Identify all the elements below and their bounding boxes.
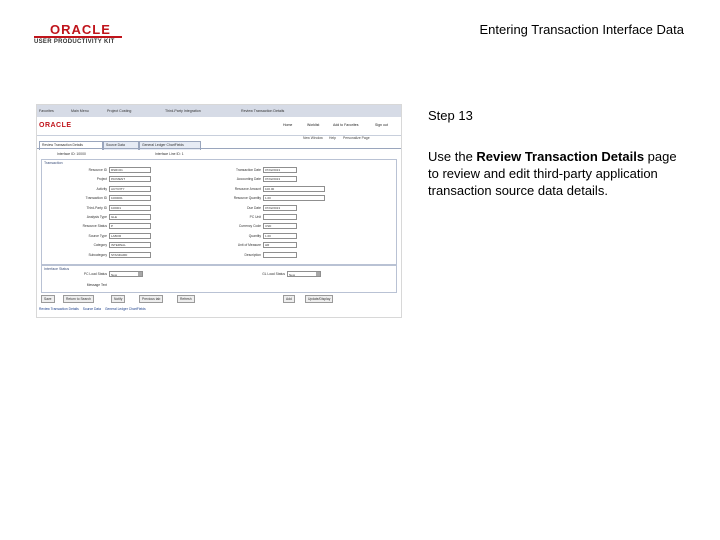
oracle-upk-logo: ORACLE USER PRODUCTIVITY KIT bbox=[34, 22, 124, 48]
txn-left-field[interactable]: PAYMENT bbox=[109, 176, 151, 183]
txn-right-label: Resource Amount bbox=[234, 186, 261, 191]
txn-right-field[interactable]: 07/02/2013 bbox=[263, 204, 297, 211]
gl-load-status-select[interactable]: New bbox=[287, 271, 321, 277]
txn-left-field[interactable]: INTERNAL bbox=[109, 242, 151, 249]
txn-right-field[interactable]: HR bbox=[263, 242, 297, 249]
previous-tab-button[interactable]: Previous tab bbox=[139, 295, 164, 303]
txn-left-label: Resource Status bbox=[82, 224, 107, 229]
transaction-group-title: Transaction bbox=[44, 161, 63, 165]
nav-item-favorites[interactable]: Favorites bbox=[39, 109, 54, 113]
transaction-group: Transaction bbox=[41, 159, 397, 265]
txn-right-field[interactable]: 07/02/2013 bbox=[263, 176, 297, 183]
interface-id: Interface ID: 10000 bbox=[57, 152, 86, 156]
txn-right-label: Due Date bbox=[247, 205, 261, 210]
txn-right-label: PC Unit bbox=[249, 215, 261, 219]
app-screenshot: Favorites Main Menu Project Costing Thir… bbox=[36, 104, 402, 318]
txn-left-label: Subcategory bbox=[88, 252, 107, 257]
interface-status-title: Interface Status bbox=[44, 267, 70, 271]
bottom-page-links: Review Transaction Details Source Data G… bbox=[39, 307, 149, 311]
pc-load-status-value: New bbox=[111, 273, 118, 277]
txn-right-label: Description bbox=[244, 252, 262, 257]
notify-button[interactable]: Notify bbox=[111, 295, 126, 303]
app-oracle-logo: ORACLE bbox=[39, 122, 72, 129]
txn-right-field[interactable] bbox=[263, 214, 297, 220]
txn-left-field[interactable]: 1000001 bbox=[109, 195, 151, 202]
txn-right-label: Resource Quantity bbox=[233, 196, 261, 201]
txn-left-label: Project bbox=[96, 177, 107, 182]
slide-title: Entering Transaction Interface Data bbox=[479, 22, 684, 37]
logo-subtitle: USER PRODUCTIVITY KIT bbox=[34, 39, 115, 45]
txn-left-label: Third-Party ID bbox=[86, 205, 107, 210]
bottom-link-source-data[interactable]: Source Data bbox=[83, 307, 101, 311]
update-display-button[interactable]: Update/Display bbox=[305, 295, 334, 303]
add-button[interactable]: Add bbox=[283, 295, 295, 303]
logo-text: ORACLE bbox=[50, 22, 111, 37]
txn-left-label: Transaction ID bbox=[85, 196, 107, 201]
bottom-link-review-details[interactable]: Review Transaction Details bbox=[39, 307, 79, 311]
nav-item-main-menu[interactable]: Main Menu bbox=[71, 109, 89, 113]
txn-right-field[interactable]: 1.00 bbox=[263, 232, 297, 239]
tab-underline bbox=[37, 148, 401, 149]
personalize-link[interactable]: Personalize Page bbox=[343, 136, 370, 140]
txn-left-label: Source Type bbox=[88, 233, 107, 238]
txn-left-field[interactable]: GLE bbox=[109, 214, 151, 220]
bottom-link-gl-chartfields[interactable]: General Ledger ChartFields bbox=[105, 307, 146, 311]
txn-left-label: Activity bbox=[96, 186, 107, 191]
gl-load-status-value: New bbox=[289, 273, 296, 277]
save-button[interactable]: Save bbox=[41, 295, 55, 303]
txn-left-field[interactable]: ACTIVITY bbox=[109, 185, 151, 192]
txn-left-label: Analysis Type bbox=[86, 215, 107, 219]
step-description: Use the Review Transaction Details page … bbox=[428, 148, 688, 199]
interface-line-id: Interface Line ID: 1 bbox=[155, 152, 184, 156]
gl-load-status-label: GL Load Status bbox=[262, 272, 285, 276]
worklist-link[interactable]: Worklist bbox=[307, 123, 319, 127]
txn-right-label: Accounting Date bbox=[236, 177, 261, 182]
txn-left-field[interactable]: P bbox=[109, 223, 151, 230]
txn-right-field[interactable]: 07/02/2013 bbox=[263, 167, 297, 173]
message-text-label: Message Text bbox=[86, 283, 107, 287]
new-window-link[interactable]: New Window bbox=[303, 136, 323, 140]
txn-right-field[interactable] bbox=[263, 251, 297, 258]
logo-divider bbox=[34, 36, 122, 38]
txn-right-label: Quantity bbox=[248, 233, 261, 238]
nav-item-third-party[interactable]: Third-Party Integration bbox=[165, 109, 201, 113]
help-link[interactable]: Help bbox=[329, 136, 336, 140]
txn-right-label: Unit of Measure bbox=[237, 243, 261, 248]
pc-load-status-select[interactable]: New bbox=[109, 271, 143, 277]
txn-right-field[interactable]: 1.00 bbox=[263, 195, 325, 202]
home-link[interactable]: Home bbox=[283, 123, 292, 127]
nav-item-review-details[interactable]: Review Transaction Details bbox=[241, 109, 284, 113]
refresh-button[interactable]: Refresh bbox=[177, 295, 195, 303]
top-nav-bar: Favorites Main Menu Project Costing Thir… bbox=[37, 105, 401, 117]
pc-load-status-label: PC Load Status bbox=[83, 272, 107, 276]
nav-item-project-costing[interactable]: Project Costing bbox=[107, 109, 131, 113]
desc-prefix: Use the bbox=[428, 149, 477, 164]
txn-left-field[interactable]: RSRC01 bbox=[109, 167, 151, 173]
txn-left-label: Category bbox=[93, 243, 107, 248]
interface-status-group: Interface Status bbox=[41, 265, 397, 293]
txn-left-field[interactable]: STANDARD bbox=[109, 251, 151, 258]
txn-right-label: Currency Code bbox=[238, 224, 261, 229]
txn-left-field[interactable]: 100001 bbox=[109, 204, 151, 211]
txn-left-field[interactable]: LABOR bbox=[109, 232, 151, 239]
txn-left-label: Resource ID bbox=[88, 168, 107, 172]
sign-out-link[interactable]: Sign out bbox=[375, 123, 388, 127]
step-label: Step 13 bbox=[428, 108, 473, 123]
txn-right-field[interactable]: USD bbox=[263, 223, 297, 230]
desc-bold: Review Transaction Details bbox=[476, 149, 645, 164]
add-favorites-link[interactable]: Add to Favorites bbox=[333, 123, 358, 127]
txn-right-label: Transaction Date bbox=[236, 168, 261, 172]
txn-right-field[interactable]: 100.00 bbox=[263, 185, 325, 192]
return-to-search-button[interactable]: Return to Search bbox=[63, 295, 94, 303]
